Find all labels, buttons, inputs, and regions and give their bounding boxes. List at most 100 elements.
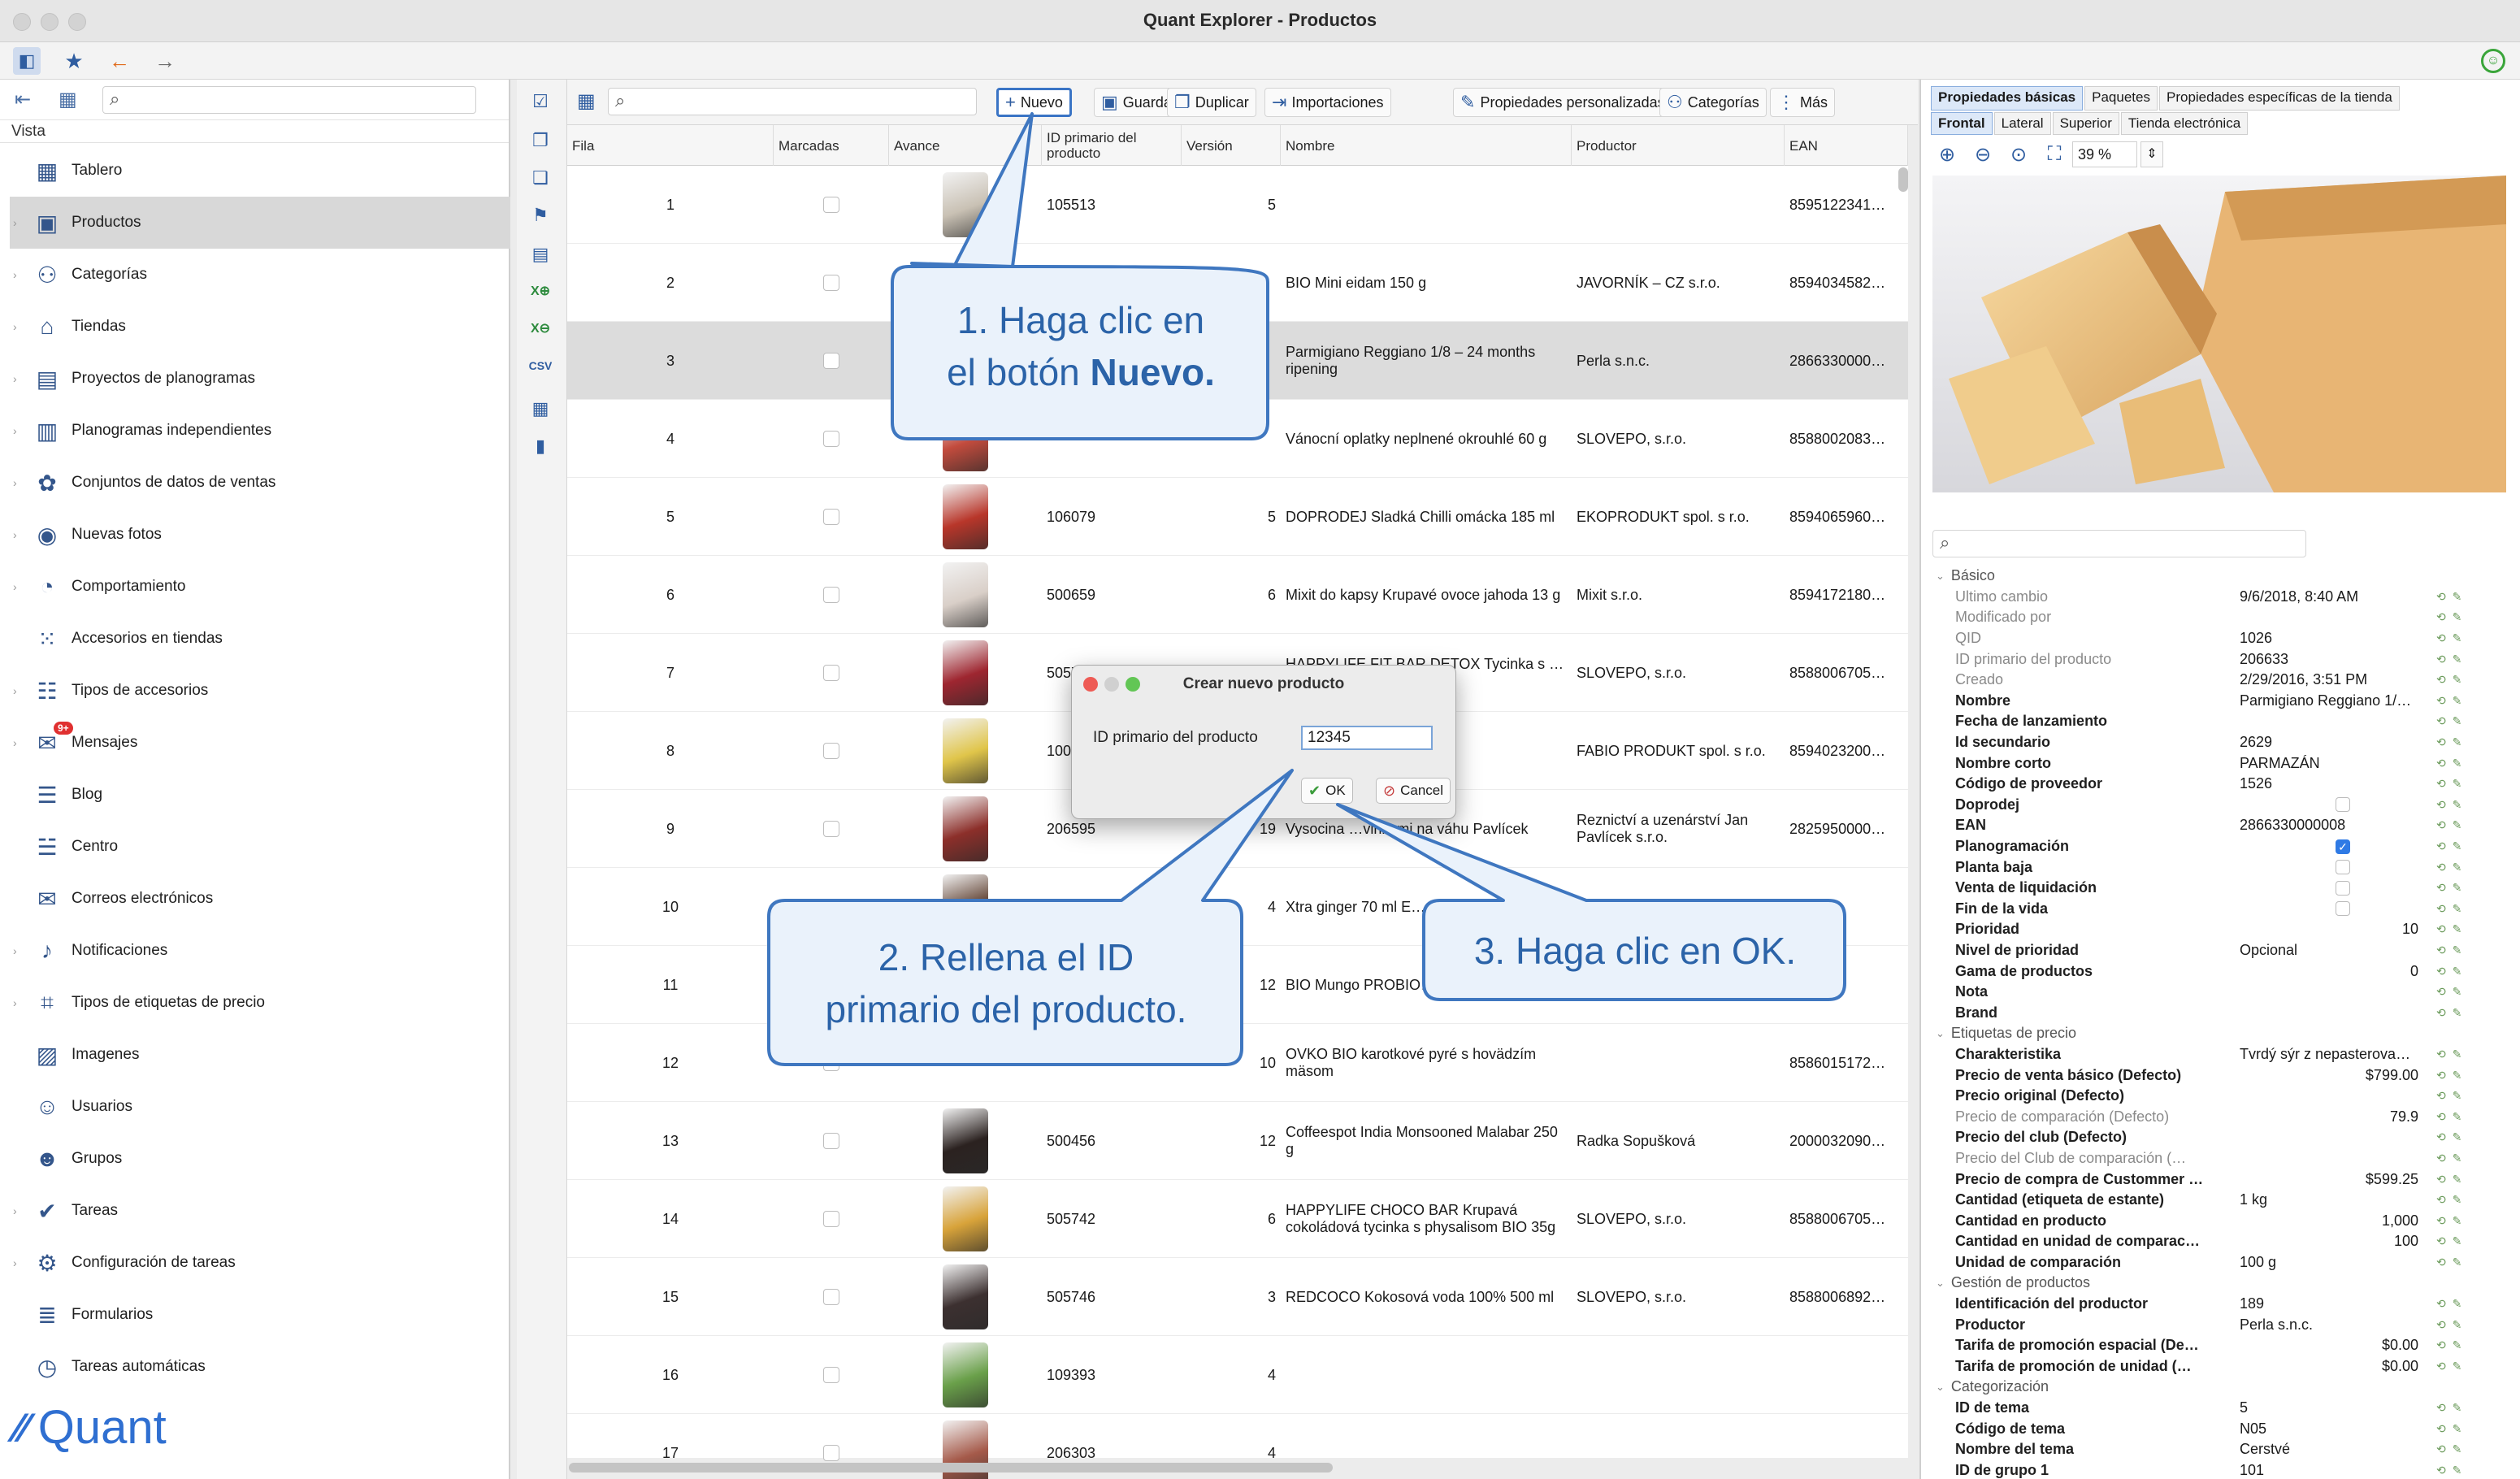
tab-propiedades-especificas-de-la-tienda[interactable]: Propiedades específicas de la tienda	[2158, 86, 2400, 111]
property-value[interactable]: Cerstvé	[2240, 1441, 2418, 1458]
marked-cell[interactable]	[774, 1258, 889, 1336]
property-edit-icons[interactable]: ⟲ ✎	[2436, 1401, 2463, 1415]
tab-propiedades-basicas[interactable]: Propiedades básicas	[1931, 86, 2084, 111]
property-section-gestion-de-productos[interactable]: ⌄ Gestión de productos	[1932, 1273, 2493, 1294]
property-edit-icons[interactable]: ⟲ ✎	[2436, 590, 2463, 604]
excel-export-icon[interactable]: X⊕	[528, 283, 553, 307]
property-value[interactable]: 5	[2240, 1399, 2418, 1416]
property-edit-icons[interactable]: ⟲ ✎	[2436, 1006, 2463, 1020]
property-section-basico[interactable]: ⌄ Básico	[1932, 566, 2493, 587]
property-edit-icons[interactable]: ⟲ ✎	[2436, 694, 2463, 708]
csv-icon[interactable]: CSV	[528, 359, 553, 384]
zoom-spinner[interactable]: ⇕	[2140, 141, 2163, 167]
sidebar-item-nuevas-fotos[interactable]: › ◉ Nuevas fotos	[0, 509, 510, 561]
property-value[interactable]: 9/6/2018, 8:40 AM	[2240, 588, 2418, 605]
table-row[interactable]: 15 505746 3 REDCOCO Kokosová voda 100% 500 …	[567, 1258, 1908, 1336]
table-row[interactable]: 5 106079 5 DOPRODEJ Sladká Chilli omácka 18…	[567, 478, 1908, 556]
table-row[interactable]: 4 Vánocní oplatky neplnené okrouhlé 60 g S…	[567, 400, 1908, 478]
property-edit-icons[interactable]: ⟲ ✎	[2436, 965, 2463, 978]
table-horizontal-scrollbar[interactable]	[569, 1463, 1333, 1472]
zoom-in-icon[interactable]: ⊕	[1929, 143, 1965, 167]
back-arrow-icon[interactable]: ←	[106, 47, 133, 75]
cancel-button[interactable]: ⊘ Cancel	[1376, 778, 1451, 804]
forward-arrow-icon[interactable]: →	[151, 47, 179, 75]
property-edit-icons[interactable]: ⟲ ✎	[2436, 1110, 2463, 1124]
marked-checkbox[interactable]	[823, 587, 839, 603]
sidebar-item-proyectos-de-planogramas[interactable]: › ▤ Proyectos de planogramas	[0, 353, 510, 405]
marked-cell[interactable]	[774, 478, 889, 556]
property-edit-icons[interactable]: ⟲ ✎	[2436, 673, 2463, 687]
sidebar-item-tareas-automaticas[interactable]: ◷ Tareas automáticas	[0, 1341, 510, 1393]
property-value[interactable]: Perla s.n.c.	[2240, 1316, 2418, 1334]
grid-search-input[interactable]: ⌕	[608, 88, 977, 115]
smiley-feedback-icon[interactable]: ☺	[2481, 49, 2505, 73]
marked-checkbox[interactable]	[823, 1133, 839, 1149]
column-header-id-primario-del-producto[interactable]: ID primario del producto	[1042, 125, 1182, 166]
property-value[interactable]: $0.00	[2240, 1337, 2418, 1354]
sidebar-item-centro[interactable]: ☱ Centro	[0, 821, 510, 873]
property-edit-icons[interactable]: ⟲ ✎	[2436, 798, 2463, 812]
column-header-marcadas[interactable]: Marcadas	[774, 125, 889, 166]
marked-cell[interactable]	[774, 1180, 889, 1258]
propiedades-personalizadas-button[interactable]: ✎ Propiedades personalizadas	[1453, 88, 1672, 117]
chevron-right-icon[interactable]: ›	[13, 216, 17, 229]
marked-checkbox[interactable]	[823, 665, 839, 681]
checklist-icon[interactable]: ☑	[528, 91, 553, 115]
marked-cell[interactable]	[774, 400, 889, 478]
marked-cell[interactable]	[774, 634, 889, 712]
table-row[interactable]: 14 505742 6 HAPPYLIFE CHOCO BAR Krupavá cok…	[567, 1180, 1908, 1258]
mas-button[interactable]: ⋮ Más	[1770, 88, 1836, 117]
sidebar-toggle-icon[interactable]: ◧	[13, 47, 41, 75]
property-checkbox[interactable]	[2336, 901, 2350, 917]
chevron-right-icon[interactable]: ›	[13, 736, 17, 749]
excel-import-icon[interactable]: X⊖	[528, 320, 553, 345]
property-edit-icons[interactable]: ⟲ ✎	[2436, 839, 2463, 853]
property-value[interactable]: PARMAZÁN	[2240, 755, 2418, 772]
sidebar-item-tablero[interactable]: ▦ Tablero	[0, 145, 510, 197]
marked-checkbox[interactable]	[823, 509, 839, 525]
sidebar-item-formularios[interactable]: ≣ Formularios	[0, 1289, 510, 1341]
marked-checkbox[interactable]	[823, 1289, 839, 1305]
ok-button[interactable]: ✔ OK	[1301, 778, 1353, 804]
property-edit-icons[interactable]: ⟲ ✎	[2436, 1047, 2463, 1061]
chevron-right-icon[interactable]: ›	[13, 944, 17, 957]
property-edit-icons[interactable]: ⟲ ✎	[2436, 1464, 2463, 1477]
table-vertical-scrollbar[interactable]	[1898, 167, 1908, 192]
chevron-right-icon[interactable]: ›	[13, 580, 17, 593]
property-edit-icons[interactable]: ⟲ ✎	[2436, 1442, 2463, 1456]
property-edit-icons[interactable]: ⟲ ✎	[2436, 861, 2463, 874]
layout-icon[interactable]: ▦	[59, 88, 77, 111]
sidebar-item-grupos[interactable]: ☻ Grupos	[0, 1133, 510, 1185]
chevron-down-icon[interactable]: ⌄	[1936, 1381, 1945, 1394]
chevron-right-icon[interactable]: ›	[13, 1256, 17, 1269]
marked-checkbox[interactable]	[823, 743, 839, 759]
property-value[interactable]: $599.25	[2240, 1171, 2418, 1188]
property-edit-icons[interactable]: ⟲ ✎	[2436, 735, 2463, 749]
paste-icon[interactable]: ❏	[528, 167, 553, 192]
property-value[interactable]: 1026	[2240, 630, 2418, 647]
tab-image-frontal[interactable]: Frontal	[1931, 112, 1993, 135]
sidebar-item-planogramas-independientes[interactable]: › ▥ Planogramas independientes	[0, 405, 510, 457]
tab-paquetes[interactable]: Paquetes	[2084, 86, 2158, 111]
property-value[interactable]: $0.00	[2240, 1358, 2418, 1375]
chevron-right-icon[interactable]: ›	[13, 320, 17, 333]
star-icon[interactable]: ★	[60, 47, 88, 75]
property-edit-icons[interactable]: ⟲ ✎	[2436, 631, 2463, 645]
chevron-right-icon[interactable]: ›	[13, 424, 17, 437]
flag-icon[interactable]: ⚑	[528, 205, 553, 229]
marked-checkbox[interactable]	[823, 1211, 839, 1227]
marked-checkbox[interactable]	[823, 899, 839, 915]
tab-image-tienda-electronica[interactable]: Tienda electrónica	[2120, 112, 2249, 135]
tab-image-superior[interactable]: Superior	[2052, 112, 2119, 135]
chevron-right-icon[interactable]: ›	[13, 684, 17, 697]
property-edit-icons[interactable]: ⟲ ✎	[2436, 1422, 2463, 1436]
chevron-down-icon[interactable]: ⌄	[1936, 570, 1945, 583]
property-edit-icons[interactable]: ⟲ ✎	[2436, 902, 2463, 916]
marked-checkbox[interactable]	[823, 431, 839, 447]
chevron-right-icon[interactable]: ›	[13, 996, 17, 1009]
table-row[interactable]: 13 500456 12 Coffeespot India Monsooned Mal…	[567, 1102, 1908, 1180]
property-edit-icons[interactable]: ⟲ ✎	[2436, 777, 2463, 791]
column-header-fila[interactable]: Fila	[567, 125, 774, 166]
properties-search-input[interactable]: ⌕	[1932, 530, 2306, 557]
marked-checkbox[interactable]	[823, 1445, 839, 1461]
